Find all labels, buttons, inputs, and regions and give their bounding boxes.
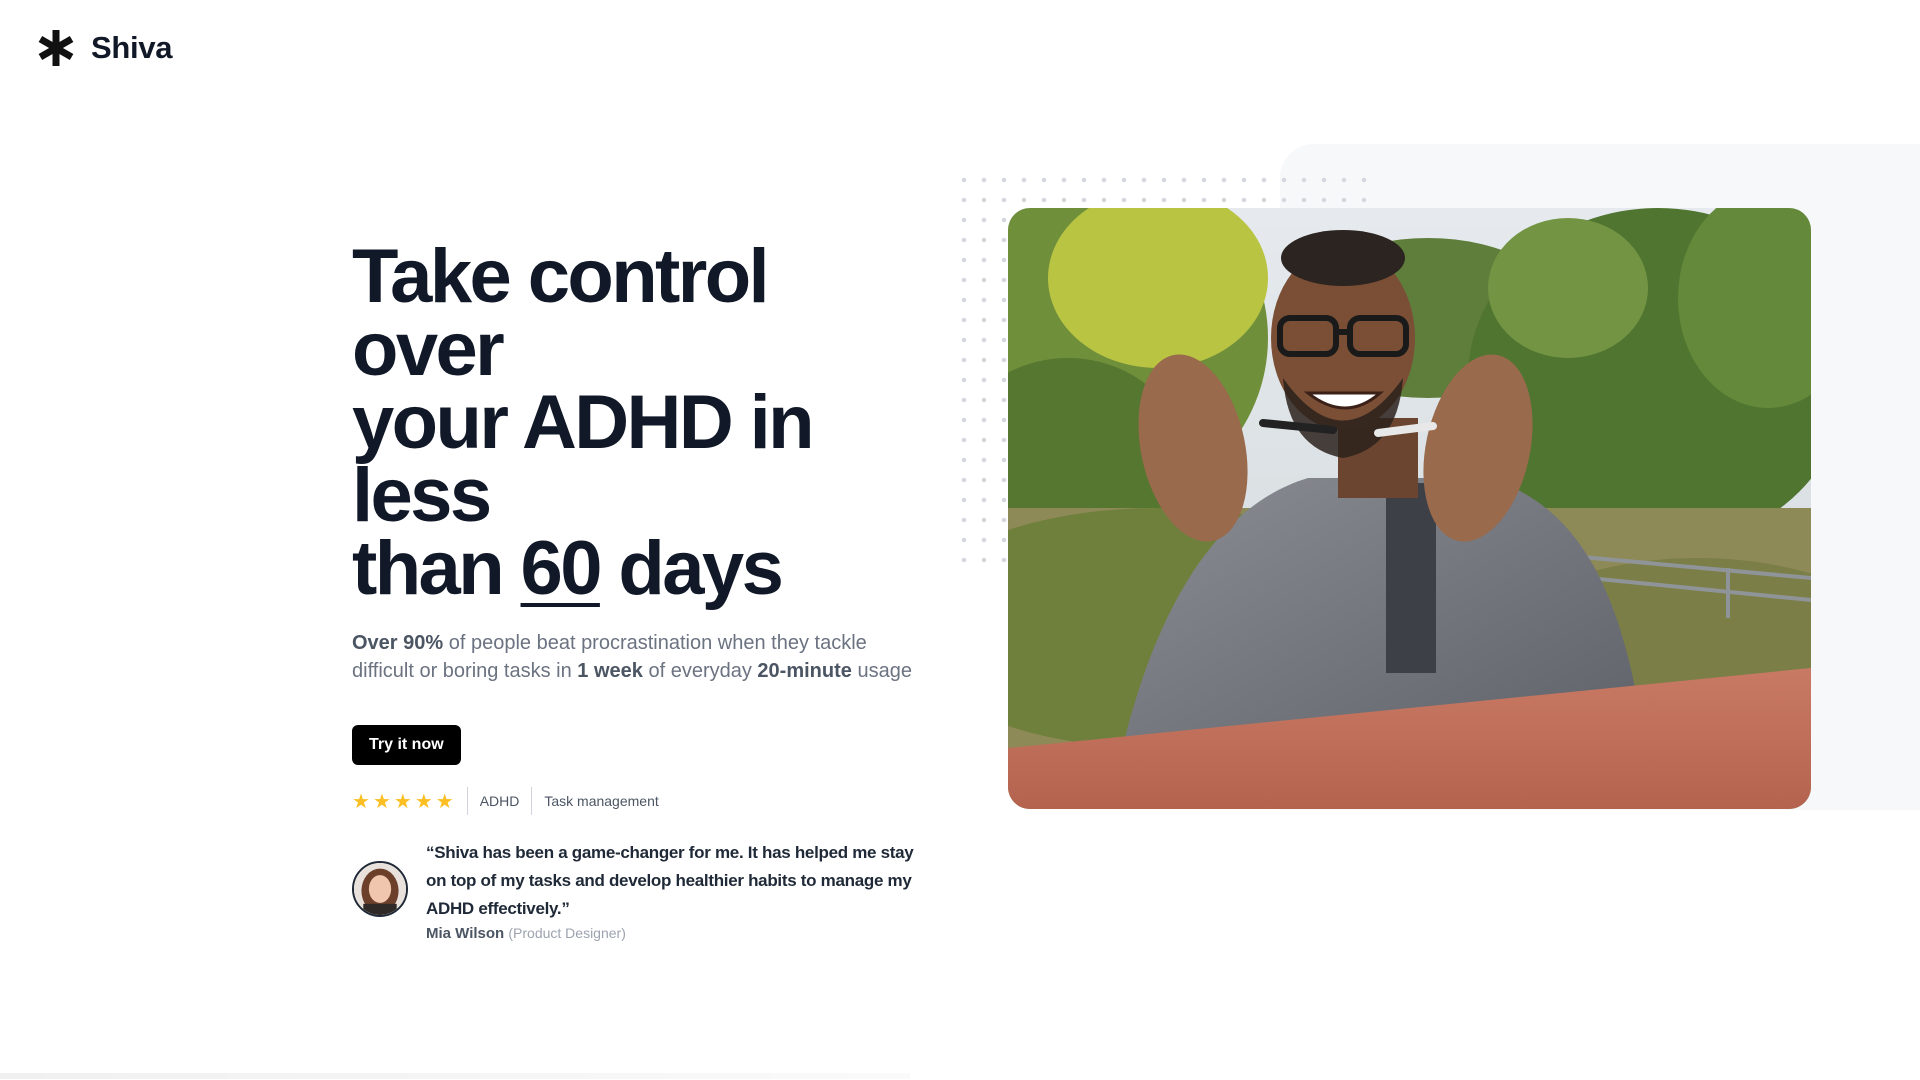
subheadline-text-3: usage: [851, 660, 912, 682]
stat-percentage: Over 90%: [352, 632, 444, 654]
asterisk-icon: [36, 28, 76, 68]
star-icon: ★: [372, 789, 391, 813]
landing-page: Shiva Take control over your ADHD in les…: [0, 0, 1920, 1080]
hero-photo: [1008, 208, 1811, 809]
star-icon: ★: [393, 789, 412, 813]
brand-logo[interactable]: Shiva: [36, 28, 173, 68]
star-icon: ★: [435, 789, 454, 813]
tag-adhd: ADHD: [466, 787, 532, 815]
headline-line-3-end: days: [599, 526, 783, 611]
brand-name: Shiva: [91, 30, 173, 65]
star-icon: ★: [352, 789, 370, 813]
subheadline-text-2: of everyday: [642, 660, 758, 682]
testimonial-quote: “Shiva has been a game-changer for me. I…: [426, 843, 914, 918]
star-rating: ★ ★ ★ ★ ★: [352, 791, 467, 811]
headline-line-2: your ADHD in less: [352, 380, 815, 538]
stat-duration: 1 week: [577, 660, 643, 682]
hero-copy: Take control over your ADHD in less than 6…: [352, 239, 932, 944]
star-icon: ★: [414, 789, 433, 813]
headline-line-3-start: than: [352, 526, 521, 611]
author-name: Mia Wilson: [426, 925, 505, 942]
headline-line-1: Take control over: [352, 234, 770, 392]
tag-task-management: Task management: [531, 787, 670, 815]
headline-highlight: 60: [520, 526, 603, 611]
try-it-now-button[interactable]: Try it now: [352, 725, 461, 765]
author-role: (Product Designer): [508, 925, 626, 941]
stat-daily-usage: 20-minute: [757, 660, 852, 682]
testimonial-body: “Shiva has been a game-changer for me. I…: [426, 839, 932, 944]
avatar: [352, 861, 408, 917]
subheadline: Over 90% of people beat procrastination …: [352, 629, 932, 685]
testimonial: “Shiva has been a game-changer for me. I…: [352, 839, 932, 944]
rating-and-tags: ★ ★ ★ ★ ★ ADHD Task management: [352, 787, 932, 815]
testimonial-author: Mia Wilson (Product Designer): [426, 923, 932, 944]
bottom-divider: [0, 1073, 910, 1079]
headline: Take control over your ADHD in less than 6…: [352, 239, 932, 607]
